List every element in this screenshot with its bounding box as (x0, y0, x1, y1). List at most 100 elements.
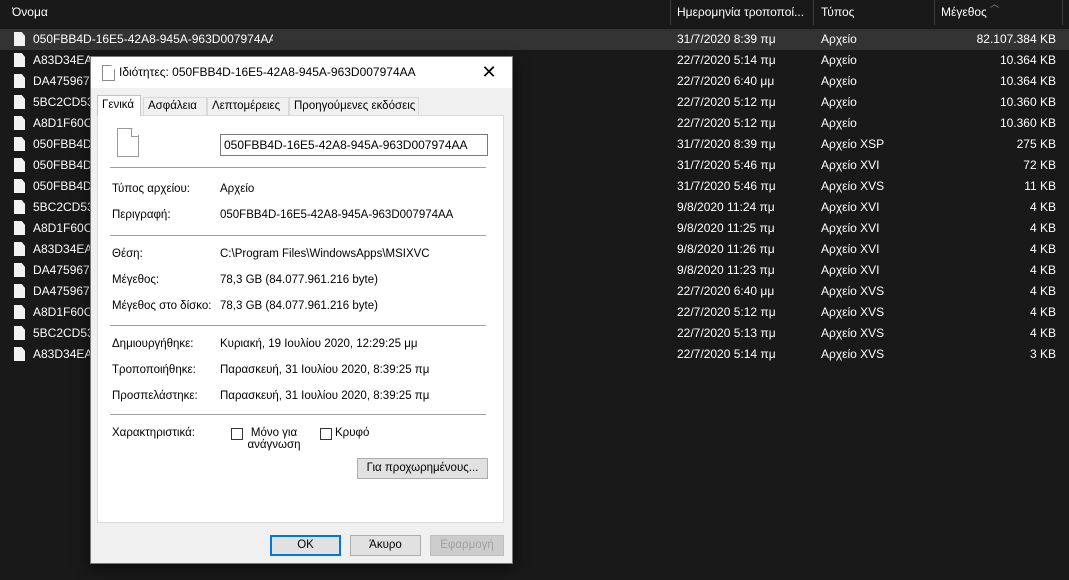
size-on-disk-value: 78,3 GB (84.077.961.216 byte) (220, 300, 378, 312)
tab-general[interactable]: Γενικά (97, 95, 141, 116)
created-label: Δημιουργήθηκε: (112, 338, 194, 350)
file-icon (14, 326, 26, 341)
file-icon (14, 137, 26, 152)
divider (110, 167, 486, 168)
column-header-name[interactable]: Όνομα (12, 0, 212, 25)
file-date: 31/7/2020 5:46 πμ (677, 158, 776, 172)
file-size: 4 KB (1029, 242, 1056, 256)
column-divider[interactable] (934, 0, 935, 25)
divider (110, 414, 486, 415)
sort-up-icon: ︿ (990, 0, 1000, 9)
properties-dialog: Ιδιότητες: 050FBB4D-16E5-42A8-945A-963D0… (90, 56, 513, 564)
ok-button[interactable]: ΟΚ (270, 535, 341, 556)
type-label: Τύπος αρχείου: (112, 183, 191, 195)
description-value: 050FBB4D-16E5-42A8-945A-963D007974AA (220, 209, 454, 221)
tab-previous-versions[interactable]: Προηγούμενες εκδόσεις (289, 97, 419, 115)
cancel-button[interactable]: Άκυρο (350, 535, 421, 556)
file-type: Αρχείο (821, 32, 857, 46)
accessed-label: Προσπελάστηκε: (112, 390, 198, 402)
dialog-title: Ιδιότητες: 050FBB4D-16E5-42A8-945A-963D0… (119, 65, 416, 79)
file-size: 10.364 KB (999, 53, 1056, 67)
file-icon (14, 116, 26, 131)
tab-security[interactable]: Ασφάλεια (143, 97, 207, 115)
file-size: 10.360 KB (999, 95, 1056, 109)
file-date: 22/7/2020 5:14 πμ (677, 347, 776, 361)
location-label: Θέση: (112, 248, 143, 260)
close-icon[interactable]: ✕ (466, 57, 512, 88)
size-label: Μέγεθος: (112, 274, 160, 286)
hidden-checkbox[interactable] (320, 428, 332, 440)
file-row[interactable]: 050FBB4D-16E5-42A8-945A-963D007974AA 31/7… (0, 29, 1069, 50)
file-date: 22/7/2020 5:12 πμ (677, 116, 776, 130)
column-header-bar: Όνομα Ημερομηνία τροποποί... Τύπος Μέγεθ… (0, 0, 1069, 25)
file-date: 31/7/2020 5:46 πμ (677, 179, 776, 193)
file-date: 22/7/2020 5:12 πμ (677, 95, 776, 109)
file-type: Αρχείο XSP (821, 137, 885, 151)
file-date: 22/7/2020 6:40 μμ (677, 74, 775, 88)
filename-input[interactable] (220, 134, 488, 156)
file-icon (14, 284, 26, 299)
column-divider[interactable] (1062, 0, 1063, 25)
file-size: 10.360 KB (999, 116, 1056, 130)
readonly-label: Μόνο για ανάγνωση (247, 427, 301, 451)
attributes-label: Χαρακτηριστικά: (112, 427, 195, 439)
file-size: 4 KB (1029, 326, 1056, 340)
column-header-date[interactable]: Ημερομηνία τροποποί... (677, 0, 809, 25)
file-size: 4 KB (1029, 284, 1056, 298)
divider (110, 325, 486, 326)
file-size: 82.107.384 KB (976, 32, 1056, 46)
file-icon (14, 53, 26, 68)
file-type: Αρχείο XVI (821, 242, 880, 256)
created-value: Κυριακή, 19 Ιουλίου 2020, 12:29:25 μμ (220, 338, 418, 350)
file-date: 22/7/2020 5:12 πμ (677, 305, 776, 319)
modified-value: Παρασκευή, 31 Ιουλίου 2020, 8:39:25 πμ (220, 364, 430, 376)
file-date: 22/7/2020 5:13 πμ (677, 326, 776, 340)
advanced-button[interactable]: Για προχωρημένους... (357, 458, 488, 479)
file-type: Αρχείο XVI (821, 263, 880, 277)
file-date: 9/8/2020 11:23 πμ (677, 263, 775, 277)
tab-details[interactable]: Λεπτομέρειες (207, 97, 289, 115)
file-icon (14, 221, 26, 236)
file-icon (14, 179, 26, 194)
file-type: Αρχείο (821, 74, 857, 88)
divider (110, 235, 486, 236)
file-icon (14, 305, 26, 320)
type-value: Αρχείο (220, 183, 255, 195)
file-name: 050FBB4D-16E5-42A8-945A-963D007974AA (33, 32, 273, 46)
file-icon (14, 158, 26, 173)
file-date: 31/7/2020 8:39 πμ (677, 137, 776, 151)
file-icon (14, 32, 26, 47)
file-size: 4 KB (1029, 200, 1056, 214)
file-size: 275 KB (1016, 137, 1056, 151)
file-size: 10.364 KB (999, 74, 1056, 88)
size-on-disk-label: Μέγεθος στο δίσκο: (112, 300, 212, 312)
column-header-type[interactable]: Τύπος (821, 0, 926, 25)
file-date: 31/7/2020 8:39 πμ (677, 32, 776, 46)
modified-label: Τροποποιήθηκε: (112, 364, 196, 376)
file-date: 9/8/2020 11:26 πμ (677, 242, 775, 256)
location-value: C:\Program Files\WindowsApps\MSIXVC (220, 248, 430, 260)
column-divider[interactable] (670, 0, 671, 25)
file-type: Αρχείο XVI (821, 221, 880, 235)
hidden-label: Κρυφό (335, 427, 370, 439)
file-size: 4 KB (1029, 305, 1056, 319)
column-divider[interactable] (813, 0, 814, 25)
readonly-checkbox[interactable] (231, 428, 243, 440)
apply-button: Εφαρμογή (430, 535, 504, 556)
file-date: 22/7/2020 6:40 μμ (677, 284, 775, 298)
file-type: Αρχείο (821, 95, 857, 109)
file-size: 4 KB (1029, 263, 1056, 277)
file-type: Αρχείο XVS (821, 179, 885, 193)
file-icon (14, 242, 26, 257)
general-panel: Τύπος αρχείου: Αρχείο Περιγραφή: 050FBB4… (97, 115, 504, 523)
dialog-titlebar[interactable]: Ιδιότητες: 050FBB4D-16E5-42A8-945A-963D0… (91, 57, 512, 88)
file-type: Αρχείο (821, 53, 857, 67)
accessed-value: Παρασκευή, 31 Ιουλίου 2020, 8:39:25 πμ (220, 390, 430, 402)
file-type: Αρχείο XVS (821, 326, 885, 340)
file-size: 4 KB (1029, 221, 1056, 235)
file-type: Αρχείο XVS (821, 284, 885, 298)
file-icon (14, 263, 26, 278)
file-date: 22/7/2020 5:14 πμ (677, 53, 776, 67)
file-icon (14, 347, 26, 362)
file-type: Αρχείο XVS (821, 305, 885, 319)
